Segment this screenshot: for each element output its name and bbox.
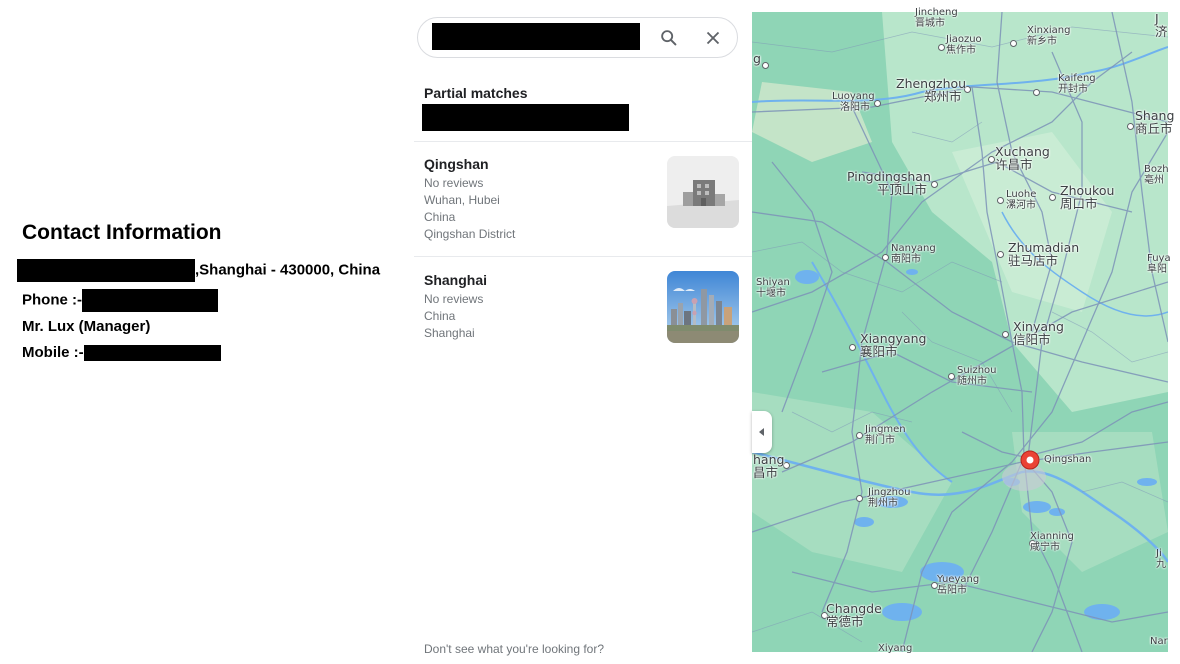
phone-label: Phone :- bbox=[22, 291, 82, 309]
search-input[interactable] bbox=[417, 17, 738, 58]
city-dot bbox=[1049, 194, 1056, 201]
mobile-label: Mobile :- bbox=[22, 344, 84, 361]
address-line: ,Shanghai - 430000, China bbox=[17, 259, 381, 282]
result-reviews: No reviews bbox=[424, 292, 484, 306]
city-dot bbox=[1127, 123, 1134, 130]
map-label-zhumadian: Zhumadian 驻马店市 bbox=[1008, 240, 1080, 269]
map-label-shiyan: Shiyan 十堰市 bbox=[756, 277, 790, 299]
city-dot bbox=[997, 197, 1004, 204]
building-placeholder-thumbnail bbox=[667, 156, 739, 228]
city-dot bbox=[997, 251, 1004, 258]
city-dot bbox=[874, 100, 881, 107]
building-icon bbox=[667, 180, 739, 228]
search-results-panel: Partial matches Qingshan No reviews Wuha… bbox=[414, 0, 752, 664]
map-label-fuyang: Fuya 阜阳 bbox=[1147, 253, 1171, 275]
map-label-qingshan: Qingshan bbox=[1044, 454, 1092, 465]
search-button[interactable] bbox=[658, 27, 680, 49]
redacted-match-text bbox=[422, 104, 629, 131]
map-pin-icon bbox=[1020, 450, 1040, 470]
redacted-search-query bbox=[432, 23, 640, 50]
result-item-qingshan[interactable]: Qingshan No reviews Wuhan, Hubei China Q… bbox=[414, 156, 752, 271]
map-label-yueyang: Yueyang 岳阳市 bbox=[937, 574, 980, 596]
map-label-luoyang: Luoyang 洛阳市 bbox=[832, 91, 875, 113]
map-label-xinxiang: Xinxiang 新乡市 bbox=[1027, 25, 1071, 47]
map-label-jincheng: Jincheng 晋城市 bbox=[915, 7, 958, 29]
result-reviews: No reviews bbox=[424, 176, 484, 190]
city-dot bbox=[988, 156, 995, 163]
shanghai-skyline-thumbnail bbox=[667, 271, 739, 343]
map-canvas bbox=[752, 12, 1168, 652]
map-label-shangqiu: Shang 商丘市 bbox=[1135, 108, 1175, 137]
city-dot bbox=[1002, 331, 1009, 338]
result-name: Shanghai bbox=[424, 272, 488, 288]
caret-left-icon bbox=[759, 428, 764, 436]
city-dot bbox=[1010, 40, 1017, 47]
result-country: China bbox=[424, 210, 456, 224]
city-dot bbox=[931, 181, 938, 188]
redacted-mobile bbox=[83, 345, 221, 362]
redacted-address bbox=[17, 259, 195, 282]
result-item-shanghai[interactable]: Shanghai No reviews China Shanghai bbox=[414, 271, 752, 387]
contact-title: Contact Information bbox=[22, 221, 222, 244]
map-label-bottom: Xiyang bbox=[878, 643, 913, 654]
section-title: Partial matches bbox=[424, 85, 528, 101]
location-pin[interactable] bbox=[1019, 450, 1041, 472]
address-suffix: ,Shanghai - 430000, China bbox=[195, 261, 381, 279]
mobile-line: Mobile :- bbox=[22, 344, 221, 362]
city-dot bbox=[1033, 89, 1040, 96]
map-view[interactable] bbox=[752, 12, 1168, 652]
map-label-pingdingshan: Pingdingshan 平顶山市 bbox=[847, 169, 931, 198]
contact-information-card: Contact Information ,Shanghai - 430000, … bbox=[0, 0, 414, 664]
result-region: Shanghai bbox=[424, 326, 475, 340]
map-label-yichang: hang 昌市 bbox=[753, 452, 785, 481]
map-label-jinan: J济 bbox=[1155, 11, 1168, 40]
map-label-nanchang: Nar bbox=[1150, 636, 1168, 647]
map-label-jiujiang: Ji 九 bbox=[1156, 548, 1166, 570]
result-district: Qingshan District bbox=[424, 227, 516, 241]
city-dot bbox=[856, 432, 863, 439]
map-label-edge-west: g bbox=[753, 51, 761, 66]
city-dot bbox=[849, 344, 856, 351]
result-country: China bbox=[424, 309, 456, 323]
city-dot bbox=[882, 254, 889, 261]
map-label-kaifeng: Kaifeng 开封市 bbox=[1058, 73, 1096, 95]
city-dot bbox=[762, 62, 769, 69]
city-dot bbox=[938, 44, 945, 51]
phone-line: Phone :- bbox=[22, 289, 218, 312]
divider bbox=[414, 141, 752, 142]
map-label-xianning: Xianning 咸宁市 bbox=[1030, 531, 1074, 553]
map-label-jiaozuo: Jiaozuo 焦作市 bbox=[946, 34, 982, 56]
map-label-bozhou: Bozh 亳州 bbox=[1144, 164, 1169, 186]
clear-search-button[interactable] bbox=[702, 27, 724, 49]
map-label-zhoukou: Zhoukou 周口市 bbox=[1060, 183, 1115, 212]
result-name: Qingshan bbox=[424, 156, 489, 172]
manager-line: Mr. Lux (Manager) bbox=[22, 318, 151, 335]
skyline-image bbox=[667, 271, 739, 343]
footer-help-text[interactable]: Don't see what you're looking for? bbox=[424, 642, 604, 656]
map-label-jingzhou: Jingzhou 荆州市 bbox=[868, 487, 911, 509]
map-label-luohe: Luohe 漯河市 bbox=[1006, 189, 1037, 211]
map-label-nanyang: Nanyang 南阳市 bbox=[891, 243, 936, 265]
city-dot bbox=[856, 495, 863, 502]
map-label-zhengzhou: Zhengzhou 郑州市 bbox=[896, 76, 967, 105]
map-label-xiangyang: Xiangyang 襄阳市 bbox=[860, 331, 927, 360]
map-label-jingmen: Jingmen 荆门市 bbox=[865, 424, 906, 446]
divider bbox=[414, 256, 752, 257]
search-icon bbox=[661, 30, 677, 46]
map-label-suizhou: Suizhou 随州市 bbox=[957, 365, 997, 387]
close-icon bbox=[706, 31, 720, 45]
result-address: Wuhan, Hubei bbox=[424, 193, 500, 207]
map-label-xuchang: Xuchang 许昌市 bbox=[995, 144, 1050, 173]
map-label-changde: Changde 常德市 bbox=[826, 601, 882, 630]
redacted-phone bbox=[82, 289, 218, 312]
collapse-panel-button[interactable] bbox=[752, 411, 772, 453]
map-label-xinyang: Xinyang 信阳市 bbox=[1013, 319, 1064, 348]
city-dot bbox=[948, 373, 955, 380]
